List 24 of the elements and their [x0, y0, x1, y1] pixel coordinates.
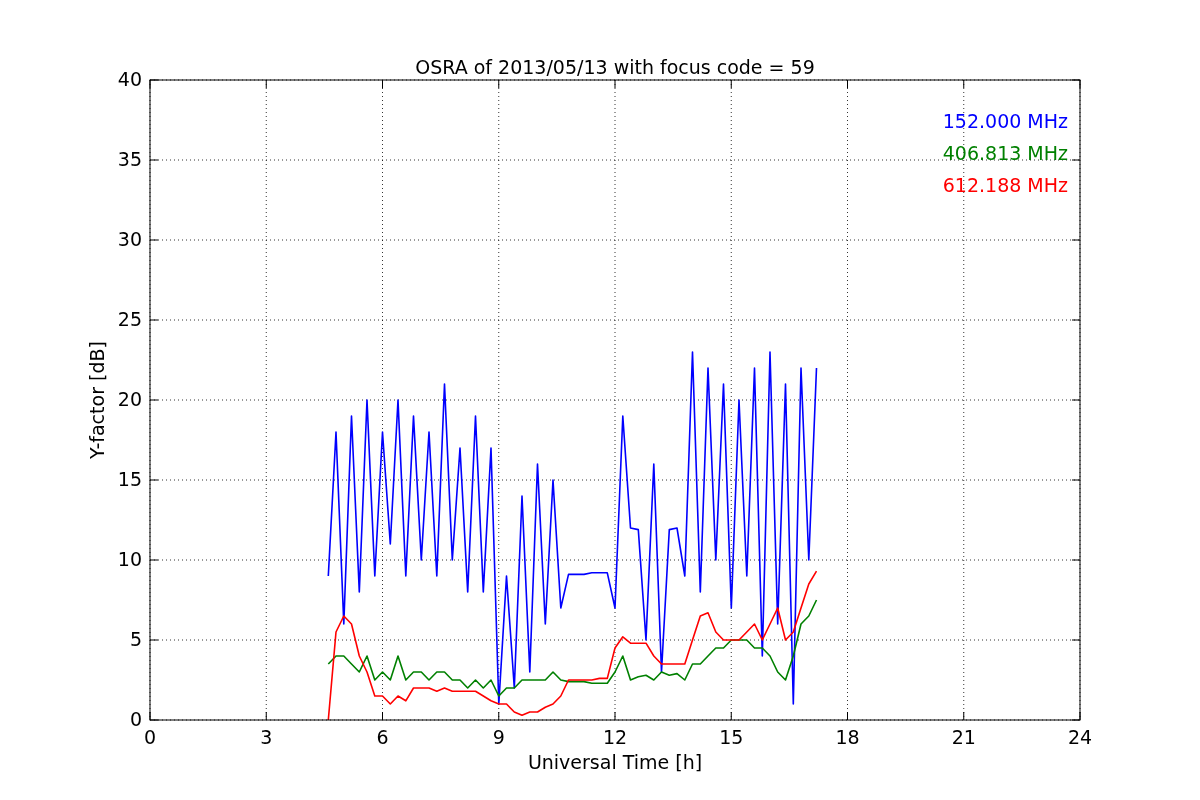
x-axis-label: Universal Time [h]	[527, 751, 703, 773]
chart-title: OSRA of 2013/05/13 with focus code = 59	[415, 56, 815, 78]
x-tick-label: 21	[951, 726, 976, 748]
y-tick-label: 30	[117, 228, 142, 250]
y-tick-label: 20	[117, 388, 142, 410]
y-tick-label: 0	[129, 708, 142, 730]
x-tick-label: 24	[1067, 726, 1093, 748]
x-tick-label: 6	[376, 726, 389, 748]
y-axis-label: Y-factor [dB]	[86, 341, 108, 459]
x-tick-label: 12	[602, 726, 628, 748]
legend-label: 612.188 MHz	[942, 174, 1068, 196]
legend-label: 152.000 MHz	[942, 110, 1068, 132]
y-tick-label: 10	[117, 548, 142, 570]
x-tick-label: 3	[260, 726, 273, 748]
x-tick-label: 15	[719, 726, 744, 748]
y-tick-label: 15	[117, 468, 142, 490]
y-tick-label: 40	[117, 68, 142, 90]
legend-label: 406.813 MHz	[942, 142, 1068, 164]
x-tick-label: 9	[492, 726, 505, 748]
x-tick-label: 18	[835, 726, 860, 748]
y-tick-label: 35	[117, 148, 142, 170]
x-tick-label: 0	[143, 726, 157, 748]
y-tick-label: 5	[129, 628, 142, 650]
y-tick-label: 25	[117, 308, 142, 330]
